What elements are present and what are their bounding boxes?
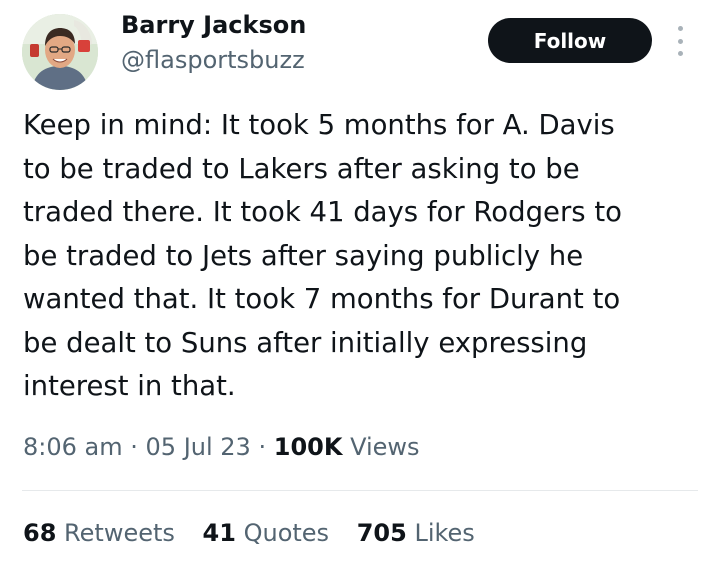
quotes-stat[interactable]: 41 Quotes [203,519,337,547]
engagement-stats: 68 Retweets 41 Quotes 705 Likes [23,519,495,547]
retweets-label: Retweets [64,519,175,547]
divider [22,490,698,491]
dot [677,51,683,56]
tweet-card: Barry Jackson @flasportsbuzz Follow Keep… [0,0,720,569]
quotes-count: 41 [202,519,236,547]
dot [677,38,683,44]
author-avatar[interactable] [22,14,98,90]
likes-stat[interactable]: 705 Likes [357,519,475,547]
follow-button[interactable]: Follow [488,18,652,63]
views-label: Views [350,433,420,461]
tweet-text: Keep in mind: It took 5 months for A. Da… [23,109,622,402]
profile-photo-icon [22,14,98,90]
retweets-stat[interactable]: 68 Retweets [23,519,183,547]
more-options-icon[interactable] [672,26,688,56]
tweet-meta: 8:06 am · 05 Jul 23 · 100K Views [23,433,420,461]
likes-label: Likes [414,519,475,547]
tweet-time[interactable]: 8:06 am [23,433,123,461]
meta-separator: · [130,433,138,461]
likes-count: 705 [356,519,407,547]
tweet-date[interactable]: 05 Jul 23 [146,433,251,461]
author-handle[interactable]: @flasportsbuzz [121,46,305,74]
dot [677,26,683,31]
author-name[interactable]: Barry Jackson [121,11,306,39]
retweets-count: 68 [23,519,57,547]
meta-separator: · [258,433,267,461]
views-count: 100K [273,433,343,461]
quotes-label: Quotes [243,519,330,547]
